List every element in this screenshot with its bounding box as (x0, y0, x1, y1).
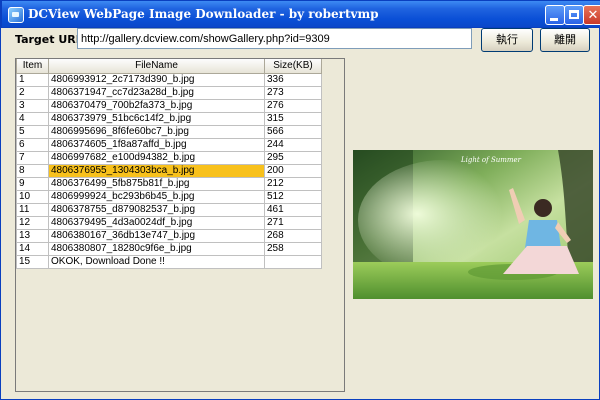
preview-image: Light of Summer (353, 150, 593, 299)
cell-item[interactable]: 9 (16, 176, 49, 191)
cell-size[interactable]: 273 (264, 85, 322, 100)
cell-size[interactable] (264, 254, 322, 269)
cell-item[interactable]: 4 (16, 111, 49, 126)
table-row[interactable]: 3 4806370479_700b2fa373_b.jpg 276 (16, 98, 322, 113)
maximize-button[interactable] (564, 5, 584, 25)
cell-item[interactable]: 14 (16, 241, 49, 256)
cell-filename[interactable]: 4806380807_18280c9f6e_b.jpg (48, 241, 265, 256)
cell-item[interactable]: 11 (16, 202, 49, 217)
cell-filename[interactable]: 4806373979_51bc6c14f2_b.jpg (48, 111, 265, 126)
table-row[interactable]: 5 4806995696_8f6fe60bc7_b.jpg 566 (16, 124, 322, 139)
cell-item[interactable]: 7 (16, 150, 49, 165)
cell-item[interactable]: 10 (16, 189, 49, 204)
cell-filename[interactable]: OKOK, Download Done !! (48, 254, 265, 269)
table-row[interactable]: 6 4806374605_1f8a87affd_b.jpg 244 (16, 137, 322, 152)
leave-button[interactable]: 離開 (540, 28, 590, 52)
preview-photo: Light of Summer (353, 150, 593, 299)
column-header-filename[interactable]: FileName (48, 59, 265, 74)
cell-item[interactable]: 5 (16, 124, 49, 139)
cell-filename[interactable]: 4806371947_cc7d23a28d_b.jpg (48, 85, 265, 100)
table-row[interactable]: 2 4806371947_cc7d23a28d_b.jpg 273 (16, 85, 322, 100)
cell-filename[interactable]: 4806370479_700b2fa373_b.jpg (48, 98, 265, 113)
cell-filename[interactable]: 4806993912_2c7173d390_b.jpg (48, 72, 265, 87)
column-header-item[interactable]: Item (16, 59, 49, 74)
cell-size[interactable]: 566 (264, 124, 322, 139)
cell-filename[interactable]: 4806997682_e100d94382_b.jpg (48, 150, 265, 165)
table-row[interactable]: 7 4806997682_e100d94382_b.jpg 295 (16, 150, 322, 165)
cell-filename[interactable]: 4806374605_1f8a87affd_b.jpg (48, 137, 265, 152)
cell-size[interactable]: 512 (264, 189, 322, 204)
cell-filename[interactable]: 4806376499_5fb875b81f_b.jpg (48, 176, 265, 191)
cell-filename[interactable]: 4806376955_1304303bca_b.jpg (48, 163, 265, 178)
app-window: DCView WebPage Image Downloader - by rob… (0, 0, 600, 400)
cell-size[interactable]: 268 (264, 228, 322, 243)
cell-size[interactable]: 244 (264, 137, 322, 152)
cell-filename[interactable]: 4806995696_8f6fe60bc7_b.jpg (48, 124, 265, 139)
target-url-input[interactable] (77, 28, 472, 49)
table-body: 1 4806993912_2c7173d390_b.jpg 336 2 48063719… (16, 72, 322, 269)
table-row[interactable]: 1 4806993912_2c7173d390_b.jpg 336 (16, 72, 322, 87)
table-row[interactable]: 15 OKOK, Download Done !! (16, 254, 322, 269)
file-table: Item FileName Size(KB) 1 4806993912_2c717… (16, 59, 322, 269)
cell-item[interactable]: 6 (16, 137, 49, 152)
cell-size[interactable]: 295 (264, 150, 322, 165)
table-row[interactable]: 4 4806373979_51bc6c14f2_b.jpg 315 (16, 111, 322, 126)
minimize-button[interactable] (545, 5, 565, 25)
cell-size[interactable]: 271 (264, 215, 322, 230)
cell-filename[interactable]: 4806378755_d879082537_b.jpg (48, 202, 265, 217)
cell-item[interactable]: 3 (16, 98, 49, 113)
cell-item[interactable]: 8 (16, 163, 49, 178)
title-bar[interactable]: DCView WebPage Image Downloader - by rob… (1, 0, 600, 28)
cell-size[interactable]: 212 (264, 176, 322, 191)
cell-filename[interactable]: 4806999924_bc293b6b45_b.jpg (48, 189, 265, 204)
cell-size[interactable]: 276 (264, 98, 322, 113)
table-row[interactable]: 12 4806379495_4d3a0024df_b.jpg 271 (16, 215, 322, 230)
cell-size[interactable]: 336 (264, 72, 322, 87)
cell-item[interactable]: 13 (16, 228, 49, 243)
cell-item[interactable]: 12 (16, 215, 49, 230)
table-header-row: Item FileName Size(KB) (16, 59, 322, 74)
table-row[interactable]: 11 4806378755_d879082537_b.jpg 461 (16, 202, 322, 217)
run-button[interactable]: 執行 (481, 28, 533, 52)
cell-filename[interactable]: 4806380167_36db13e747_b.jpg (48, 228, 265, 243)
close-button[interactable]: ✕ (583, 5, 600, 25)
maximize-icon (569, 10, 579, 19)
table-row[interactable]: 13 4806380167_36db13e747_b.jpg 268 (16, 228, 322, 243)
cell-size[interactable]: 200 (264, 163, 322, 178)
table-row[interactable]: 9 4806376499_5fb875b81f_b.jpg 212 (16, 176, 322, 191)
table-row[interactable]: 8 4806376955_1304303bca_b.jpg 200 (16, 163, 322, 178)
cell-item[interactable]: 15 (16, 254, 49, 269)
table-row[interactable]: 14 4806380807_18280c9f6e_b.jpg 258 (16, 241, 322, 256)
cell-size[interactable]: 258 (264, 241, 322, 256)
cell-size[interactable]: 315 (264, 111, 322, 126)
preview-caption: Light of Summer (460, 156, 522, 164)
cell-item[interactable]: 1 (16, 72, 49, 87)
app-icon (8, 7, 24, 23)
window-title: DCView WebPage Image Downloader - by rob… (28, 7, 379, 21)
cell-item[interactable]: 2 (16, 85, 49, 100)
minimize-icon (550, 18, 558, 21)
file-table-panel[interactable]: Item FileName Size(KB) 1 4806993912_2c717… (15, 58, 345, 392)
cell-filename[interactable]: 4806379495_4d3a0024df_b.jpg (48, 215, 265, 230)
cell-size[interactable]: 461 (264, 202, 322, 217)
close-icon: ✕ (587, 8, 599, 23)
column-header-size[interactable]: Size(KB) (264, 59, 322, 74)
table-row[interactable]: 10 4806999924_bc293b6b45_b.jpg 512 (16, 189, 322, 204)
